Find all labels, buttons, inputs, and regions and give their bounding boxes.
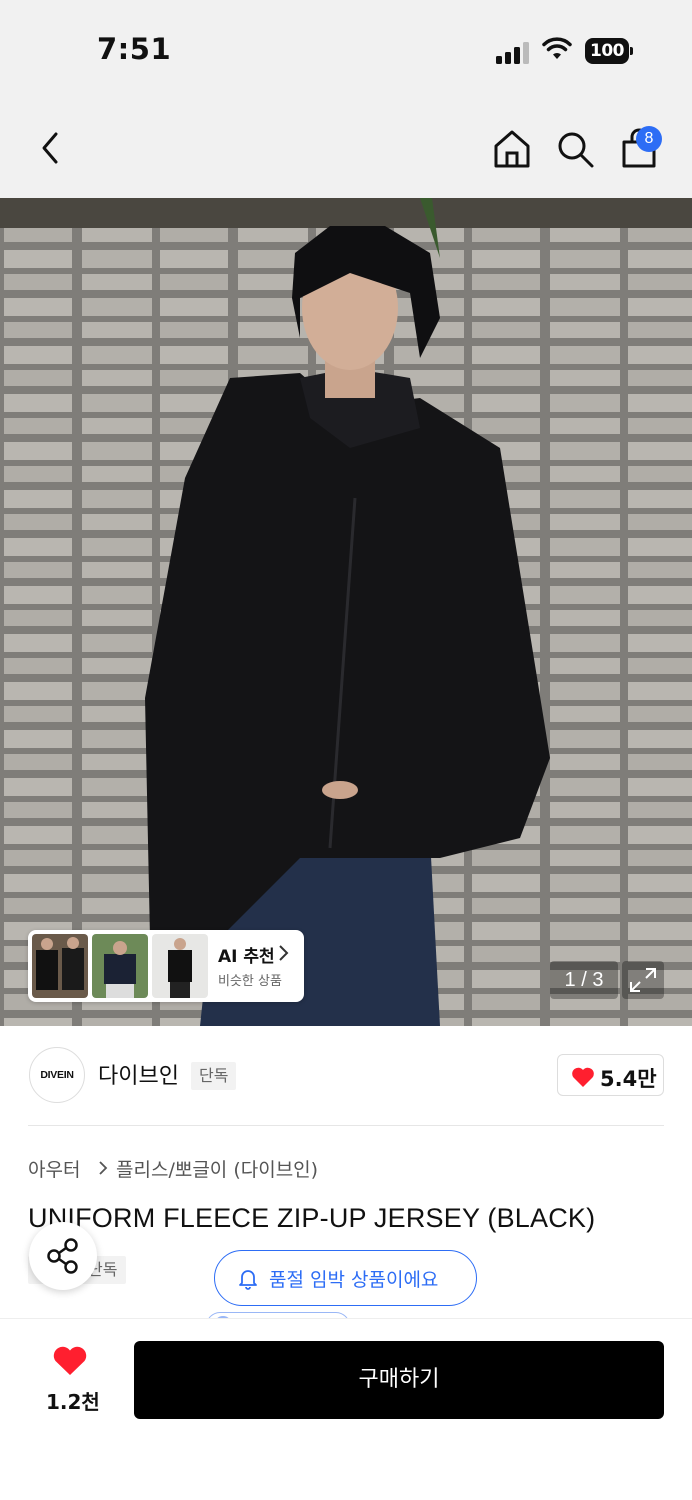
ai-thumbnail[interactable] <box>92 934 148 998</box>
soldout-notice-text: 품절 임박 상품이에요 <box>269 1269 439 1291</box>
ai-recommend-title: AI 추천 <box>218 947 275 967</box>
ai-thumbnail[interactable] <box>32 934 88 998</box>
exclusive-badge: 단독 <box>191 1062 237 1090</box>
status-time: 7:51 <box>97 32 172 66</box>
image-counter: 1 / 3 <box>550 961 618 999</box>
chevron-left-icon[interactable] <box>28 126 72 170</box>
share-icon <box>47 1238 78 1274</box>
breadcrumb-top-category[interactable]: 아우터 <box>28 1155 80 1182</box>
heart-icon <box>572 1067 594 1087</box>
expand-icon <box>630 968 656 992</box>
chevron-right-icon <box>99 1161 108 1175</box>
search-icon[interactable] <box>552 126 596 170</box>
brand-like-count: 5.4만 <box>600 1067 657 1091</box>
home-icon[interactable] <box>490 126 534 170</box>
brand-logo[interactable]: DIVEIN <box>29 1047 85 1103</box>
ai-thumbnail[interactable] <box>152 934 208 998</box>
product-image[interactable] <box>0 198 692 1026</box>
breadcrumb-category[interactable]: 플리스/뽀글이 (다이브인) <box>116 1155 318 1182</box>
ai-recommend-subtitle: 비슷한 상품 <box>218 974 282 989</box>
wishlist-heart-icon[interactable] <box>52 1345 88 1377</box>
status-bar: 7:51 100 <box>0 0 692 100</box>
buy-button[interactable]: 구매하기 <box>134 1341 664 1419</box>
bell-icon <box>239 1270 257 1290</box>
chevron-right-icon <box>279 945 289 961</box>
share-button[interactable] <box>29 1222 97 1290</box>
product-photo-graphic <box>0 198 692 1026</box>
wifi-icon <box>542 37 572 59</box>
ai-recommend-card[interactable]: AI 추천 비슷한 상품 <box>28 930 304 1002</box>
top-nav-bar <box>0 100 692 198</box>
brand-name[interactable]: 다이브인 <box>98 1058 179 1090</box>
cart-count-badge: 8 <box>636 126 662 152</box>
soldout-notice-pill[interactable]: 품절 임박 상품이에요 <box>214 1250 477 1306</box>
product-title: UNIFORM FLEECE ZIP-UP JERSEY (BLACK) <box>28 1203 596 1233</box>
wishlist-count: 1.2천 <box>46 1390 100 1414</box>
divider <box>28 1125 664 1126</box>
battery-icon: 100 <box>585 38 633 64</box>
signal-icon <box>496 40 532 64</box>
expand-button[interactable] <box>622 961 664 999</box>
brand-like-button[interactable]: 5.4만 <box>557 1054 664 1096</box>
battery-level: 100 <box>585 38 629 64</box>
